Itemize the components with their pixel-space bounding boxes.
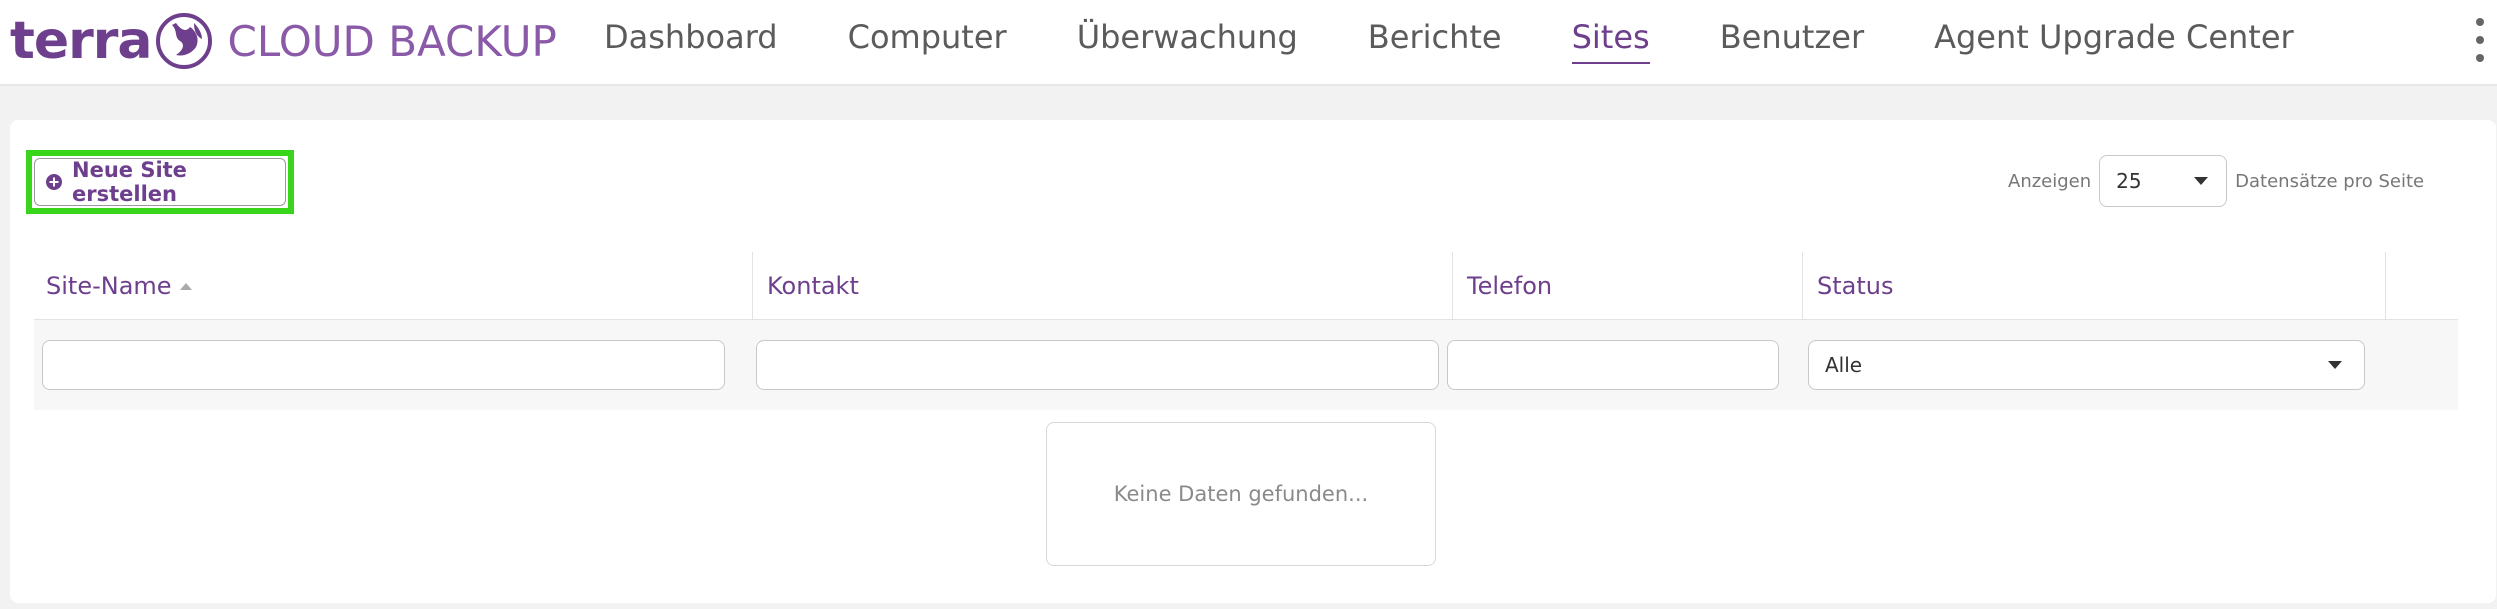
sites-table: Site-Name Kontakt Telefon Status Alle: [34, 252, 2458, 410]
nav-item-dashboard[interactable]: Dashboard: [604, 18, 778, 60]
column-header-site-name[interactable]: Site-Name: [34, 252, 734, 320]
nav-item-sites[interactable]: Sites: [1571, 18, 1650, 64]
logo-wordmark: terra: [10, 11, 153, 71]
nav-item-reports[interactable]: Berichte: [1368, 18, 1502, 60]
new-site-button-label: Neue Site erstellen: [72, 158, 187, 206]
nav-item-monitoring[interactable]: Überwachung: [1077, 18, 1298, 60]
globe-logo-icon: [155, 13, 212, 69]
page-size-control: Anzeigen 25 Datensätze pro Seite: [2008, 155, 2424, 207]
column-header-label: Telefon: [1467, 272, 1553, 300]
show-label: Anzeigen: [2008, 170, 2092, 192]
column-header-label: Status: [1817, 272, 1894, 300]
phone-filter-input[interactable]: [1447, 340, 1779, 390]
site-name-filter-input[interactable]: [42, 340, 725, 390]
empty-state-text: Keine Daten gefunden...: [1113, 482, 1369, 506]
plus-circle-icon: [46, 174, 62, 190]
column-header-label: Site-Name: [46, 272, 172, 300]
logo-product-name: CLOUD BACKUP: [227, 16, 557, 66]
status-filter-select[interactable]: Alle: [1808, 340, 2365, 390]
page-size-select[interactable]: 25: [2099, 155, 2228, 207]
column-header-contact[interactable]: Kontakt: [752, 252, 1452, 320]
per-page-label: Datensätze pro Seite: [2235, 170, 2425, 192]
sites-card: Neue Site erstellen Anzeigen 25 Datensät…: [10, 120, 2496, 603]
chevron-down-icon: [2328, 361, 2342, 369]
contact-filter-input[interactable]: [756, 340, 1439, 390]
column-header-phone[interactable]: Telefon: [1452, 252, 1802, 320]
new-site-button[interactable]: Neue Site erstellen: [34, 158, 286, 206]
main-nav: Dashboard Computer Überwachung Berichte …: [604, 14, 2364, 64]
column-header-label: Kontakt: [767, 272, 859, 300]
column-header-status[interactable]: Status: [1802, 252, 2386, 320]
filter-row: Alle: [34, 320, 2458, 410]
page-size-value: 25: [2116, 169, 2142, 193]
top-navigation-bar: terra CLOUD BACKUP Dashboard Computer Üb…: [0, 0, 2497, 86]
terra-cloud-backup-logo[interactable]: terra CLOUD BACKUP: [10, 6, 557, 76]
nav-item-users[interactable]: Benutzer: [1720, 18, 1864, 60]
table-header: Site-Name Kontakt Telefon Status: [34, 252, 2458, 320]
status-filter-value: Alle: [1825, 353, 1863, 377]
empty-state-message: Keine Daten gefunden...: [1046, 422, 1436, 566]
nav-item-computer[interactable]: Computer: [848, 18, 1007, 60]
sort-ascending-icon: [179, 282, 192, 290]
kebab-menu-icon[interactable]: [2473, 18, 2487, 62]
nav-item-agent-upgrade-center[interactable]: Agent Upgrade Center: [1934, 18, 2294, 60]
chevron-down-icon: [2194, 177, 2209, 185]
new-site-highlight: Neue Site erstellen: [26, 150, 294, 214]
